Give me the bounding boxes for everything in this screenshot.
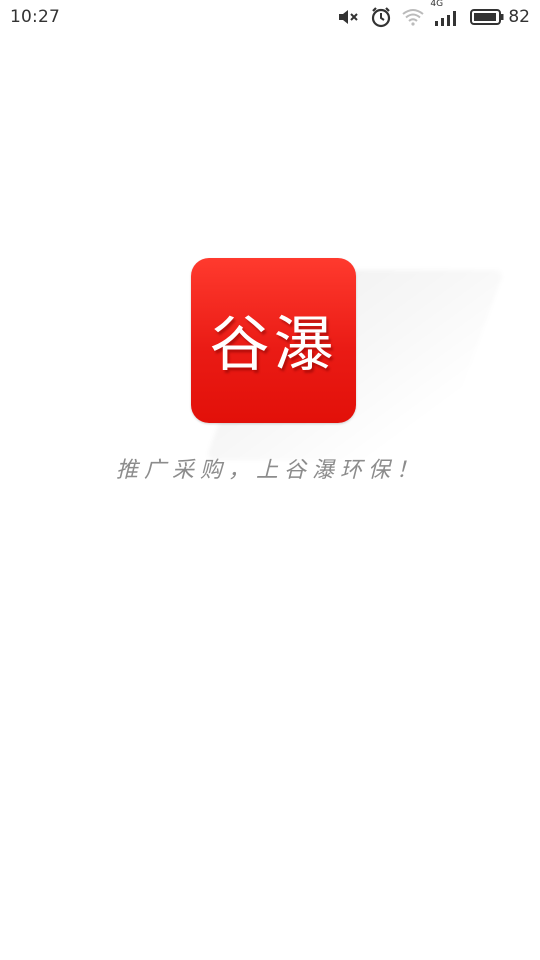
status-bar: 10:27 4G 82 [0, 0, 540, 34]
app-logo: 谷瀑 [191, 258, 356, 423]
battery-indicator: 82 [470, 7, 530, 27]
status-icons: 4G 82 [338, 0, 530, 28]
wifi-icon [402, 8, 424, 26]
battery-level: 82 [508, 7, 530, 27]
alarm-icon [370, 6, 392, 28]
mute-icon [338, 8, 360, 26]
cellular-signal-icon: 4G [430, 0, 460, 26]
status-time: 10:27 [10, 7, 60, 27]
battery-icon [470, 8, 504, 26]
splash-slogan: 推广采购，上谷瀑环保！ [115, 458, 424, 483]
app-logo-text: 谷瀑 [209, 310, 338, 380]
network-type-label: 4G [430, 0, 444, 9]
